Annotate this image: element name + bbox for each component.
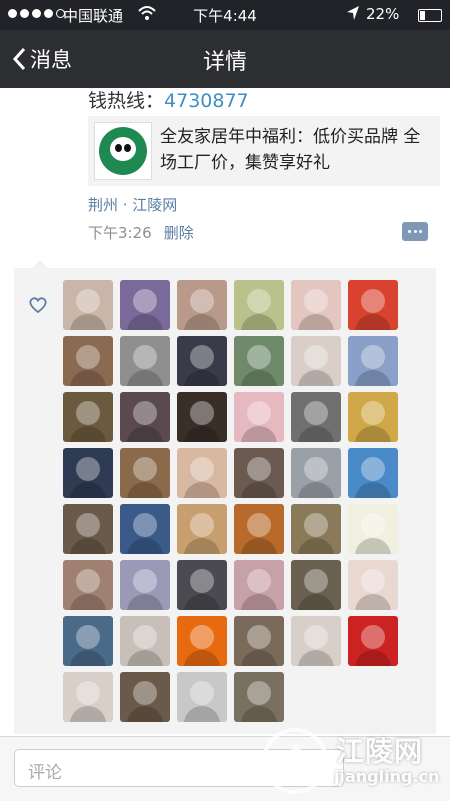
watermark-logo-icon <box>262 728 328 794</box>
liker-avatar[interactable] <box>120 448 170 498</box>
liker-avatar[interactable] <box>177 560 227 610</box>
liker-avatar-grid <box>63 280 403 722</box>
liker-avatar[interactable] <box>348 280 398 330</box>
liker-avatar[interactable] <box>234 280 284 330</box>
liker-avatar[interactable] <box>291 392 341 442</box>
liker-avatar[interactable] <box>348 616 398 666</box>
status-bar: 中国联通 下午4:44 22% <box>0 0 450 30</box>
liker-avatar[interactable] <box>63 448 113 498</box>
liker-avatar[interactable] <box>63 280 113 330</box>
panda-logo-icon <box>94 122 152 180</box>
hotline-number[interactable]: 4730877 <box>164 90 249 112</box>
post-time: 下午3:26 <box>88 224 152 242</box>
liker-avatar[interactable] <box>234 616 284 666</box>
liker-avatar[interactable] <box>348 560 398 610</box>
liker-avatar[interactable] <box>348 504 398 554</box>
liker-avatar[interactable] <box>177 504 227 554</box>
likes-panel <box>14 260 436 734</box>
watermark-name: 江陵网 <box>336 735 424 768</box>
liker-avatar[interactable] <box>63 616 113 666</box>
liker-avatar[interactable] <box>348 392 398 442</box>
liker-avatar[interactable] <box>234 560 284 610</box>
post-source[interactable]: 荆州 · 江陵网 <box>88 194 177 215</box>
liker-avatar[interactable] <box>234 336 284 386</box>
watermark: 江陵网 jiangling.cn <box>258 724 448 798</box>
liker-avatar[interactable] <box>120 504 170 554</box>
comment-action-button[interactable] <box>402 222 428 241</box>
delete-link[interactable]: 删除 <box>164 224 194 242</box>
liker-avatar[interactable] <box>177 392 227 442</box>
liker-avatar[interactable] <box>63 504 113 554</box>
liker-avatar[interactable] <box>234 392 284 442</box>
liker-avatar[interactable] <box>177 672 227 722</box>
navigation-bar: 消息 详情 <box>0 30 450 88</box>
comment-placeholder: 评论 <box>28 763 62 783</box>
liker-avatar[interactable] <box>291 280 341 330</box>
liker-avatar[interactable] <box>348 448 398 498</box>
liker-avatar[interactable] <box>120 280 170 330</box>
liker-avatar[interactable] <box>120 616 170 666</box>
hotline-label: 钱热线： <box>88 90 165 112</box>
liker-avatar[interactable] <box>63 560 113 610</box>
liker-avatar[interactable] <box>234 504 284 554</box>
liker-avatar[interactable] <box>177 448 227 498</box>
liker-avatar[interactable] <box>63 336 113 386</box>
liker-avatar[interactable] <box>348 336 398 386</box>
post-text: 钱热线：4730877 <box>88 86 249 113</box>
page-title: 详情 <box>202 50 247 75</box>
liker-avatar[interactable] <box>120 560 170 610</box>
liker-avatar[interactable] <box>120 392 170 442</box>
liker-avatar[interactable] <box>291 504 341 554</box>
liker-avatar[interactable] <box>63 672 113 722</box>
battery-icon <box>418 9 442 22</box>
link-card-title: 全友家居年中福利：低价买品牌 全场工厂价，集赞享好礼 <box>160 127 421 173</box>
liker-avatar[interactable] <box>291 560 341 610</box>
battery-percent: 22% <box>366 5 400 23</box>
liker-avatar[interactable] <box>291 616 341 666</box>
heart-icon <box>28 296 48 318</box>
location-arrow-icon <box>346 5 360 25</box>
liker-avatar[interactable] <box>177 280 227 330</box>
liker-avatar[interactable] <box>120 336 170 386</box>
liker-avatar[interactable] <box>291 336 341 386</box>
post-meta: 下午3:26 删除 <box>88 222 194 243</box>
watermark-domain: jiangling.cn <box>334 767 440 786</box>
liker-avatar[interactable] <box>234 672 284 722</box>
liker-avatar[interactable] <box>291 448 341 498</box>
liker-avatar[interactable] <box>234 448 284 498</box>
liker-avatar[interactable] <box>63 392 113 442</box>
shared-link-card[interactable]: 全友家居年中福利：低价买品牌 全场工厂价，集赞享好礼 <box>88 116 440 186</box>
liker-avatar[interactable] <box>177 336 227 386</box>
liker-avatar[interactable] <box>177 616 227 666</box>
liker-avatar[interactable] <box>120 672 170 722</box>
